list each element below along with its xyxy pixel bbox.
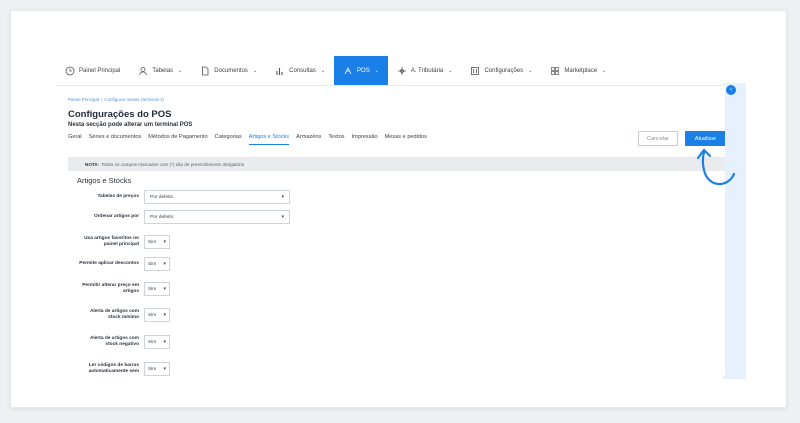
nav-item-pos[interactable]: POS ⌄ bbox=[334, 56, 388, 85]
sort-articles-select[interactable]: Por defeito ▾ bbox=[144, 210, 290, 224]
caret-down-icon: ▾ bbox=[163, 239, 166, 245]
field-label: Permitir alterar preço em artigos bbox=[82, 283, 139, 294]
cancel-button[interactable]: Cancelar bbox=[638, 131, 678, 146]
page-title: Configurações do POS bbox=[68, 109, 172, 120]
main-content: Painel Principal / Configurar mesas (termi… bbox=[59, 86, 725, 376]
caret-down-icon: ▾ bbox=[163, 366, 166, 372]
side-panel-strip bbox=[723, 83, 746, 379]
select-value: Sim bbox=[148, 239, 157, 245]
form-row-price-tables: Tabelas de preços Por defeito ▾ bbox=[77, 190, 290, 204]
compass-icon bbox=[397, 66, 406, 75]
field-label: Permite aplicar descontos bbox=[79, 261, 139, 266]
top-navigation: Painel Principal Tabelas ⌄ Documentos ⌄ … bbox=[56, 56, 746, 86]
chevron-down-icon: ⌄ bbox=[602, 67, 607, 74]
allow-discounts-select[interactable]: Sim ▾ bbox=[144, 257, 170, 271]
tab-series-documentos[interactable]: Séries e documentos bbox=[89, 134, 142, 145]
price-tables-select[interactable]: Por defeito ▾ bbox=[144, 190, 290, 204]
nav-label: Marketplace bbox=[564, 67, 598, 74]
pos-icon bbox=[344, 66, 352, 74]
bar-chart-icon bbox=[276, 67, 283, 75]
select-value: Sim bbox=[148, 286, 157, 292]
document-icon bbox=[202, 66, 209, 75]
caret-down-icon: ▾ bbox=[163, 312, 166, 318]
form-row-barcode-reading: Ler códigos de barras automaticamente se… bbox=[77, 362, 170, 376]
form-row-min-stock-alert: Alerta de artigos com stock mínimo Sim ▾ bbox=[77, 308, 170, 322]
caret-down-icon: ▾ bbox=[163, 261, 166, 267]
form-row-favorite-articles: Usa artigos favoritos no painel principa… bbox=[77, 235, 170, 249]
negative-stock-alert-select[interactable]: Sim ▾ bbox=[144, 335, 170, 349]
favorite-articles-select[interactable]: Sim ▾ bbox=[144, 235, 170, 249]
form-row-sort-articles: Ordenar artigos por Por defeito ▾ bbox=[77, 210, 290, 224]
tab-categorias[interactable]: Categorias bbox=[215, 134, 242, 145]
field-label: Ordenar artigos por bbox=[93, 214, 139, 219]
window-frame: Painel Principal Tabelas ⌄ Documentos ⌄ … bbox=[10, 10, 787, 408]
caret-down-icon: ▾ bbox=[281, 194, 284, 200]
chevron-down-icon: ⌄ bbox=[448, 67, 453, 74]
select-value: Sim bbox=[148, 261, 157, 267]
breadcrumb: Painel Principal / Configurar mesas (termi… bbox=[68, 97, 164, 102]
chevron-down-icon: ⌄ bbox=[528, 67, 533, 74]
nav-item-painel-principal[interactable]: Painel Principal bbox=[56, 56, 129, 85]
field-label: Alerta de artigos com stock negativo bbox=[89, 336, 139, 347]
grid-icon bbox=[551, 66, 560, 75]
select-value: Sim bbox=[148, 366, 157, 372]
min-stock-alert-select[interactable]: Sim ▾ bbox=[144, 308, 170, 322]
breadcrumb-home-link[interactable]: Painel Principal bbox=[68, 97, 99, 102]
chevron-down-icon: ⌄ bbox=[252, 67, 258, 74]
tab-artigos-stocks[interactable]: Artigos e Stocks bbox=[248, 134, 290, 145]
nav-item-marketplace[interactable]: Marketplace ⌄ bbox=[541, 56, 615, 85]
nav-label: Consultas bbox=[289, 67, 316, 74]
settings-tabs: Geral Séries e documentos Métodos de Pag… bbox=[68, 134, 427, 145]
form-row-change-price: Permitir alterar preço em artigos Sim ▾ bbox=[77, 282, 170, 296]
note-label: NOTA: bbox=[85, 161, 100, 167]
nav-item-documentos[interactable]: Documentos ⌄ bbox=[191, 56, 266, 85]
tab-mesas-pedidos[interactable]: Mesas e pedidos bbox=[385, 134, 427, 145]
select-value: Sim bbox=[148, 312, 157, 318]
nav-label: POS bbox=[357, 67, 370, 74]
nav-label: A. Tributária bbox=[410, 67, 444, 74]
page-subtitle: Nesta secção pode alterar um terminal PO… bbox=[68, 122, 193, 128]
nav-item-a-tributaria[interactable]: A. Tributária ⌄ bbox=[388, 56, 462, 85]
field-label: Ler códigos de barras automaticamente se… bbox=[88, 363, 139, 374]
breadcrumb-separator: / bbox=[101, 97, 103, 102]
select-value: Sim bbox=[148, 339, 157, 345]
section-title: Artigos e Stocks bbox=[77, 176, 132, 185]
caret-down-icon: ▾ bbox=[281, 214, 284, 220]
collapse-panel-button[interactable]: ‹ bbox=[726, 85, 736, 95]
clock-icon bbox=[65, 66, 75, 75]
nav-item-consultas[interactable]: Consultas ⌄ bbox=[266, 56, 334, 85]
nav-label: Painel Principal bbox=[79, 67, 121, 74]
tab-armazens[interactable]: Armazéns bbox=[296, 134, 321, 145]
required-fields-note: NOTA: Todos os campos marcados com (*) sã… bbox=[68, 157, 725, 171]
caret-down-icon: ▾ bbox=[163, 286, 166, 292]
field-label: Alerta de artigos com stock mínimo bbox=[89, 309, 139, 320]
nav-label: Configurações bbox=[484, 67, 524, 74]
chevron-down-icon: ⌄ bbox=[178, 67, 183, 74]
field-label: Tabelas de preços bbox=[97, 194, 139, 199]
caret-down-icon: ▾ bbox=[163, 339, 166, 345]
nav-item-tabelas[interactable]: Tabelas ⌄ bbox=[129, 56, 191, 85]
chevron-down-icon: ⌄ bbox=[320, 67, 326, 74]
barcode-reading-select[interactable]: Sim ▾ bbox=[144, 362, 170, 376]
nav-label: Tabelas bbox=[152, 67, 174, 74]
nav-label: Documentos bbox=[214, 67, 248, 74]
change-price-select[interactable]: Sim ▾ bbox=[144, 282, 170, 296]
nav-item-configuracoes[interactable]: Configurações ⌄ bbox=[461, 56, 541, 85]
tab-geral[interactable]: Geral bbox=[68, 134, 82, 145]
field-label: Usa artigos favoritos no painel principa… bbox=[84, 236, 139, 247]
form-row-negative-stock-alert: Alerta de artigos com stock negativo Sim… bbox=[77, 335, 170, 349]
tab-impressao[interactable]: Impressão bbox=[352, 134, 378, 145]
note-text: Todos os campos marcados com (*) são de … bbox=[101, 161, 245, 167]
user-icon bbox=[139, 66, 148, 75]
tab-metodos-pagamento[interactable]: Métodos de Pagamento bbox=[148, 134, 207, 145]
breadcrumb-current[interactable]: Configurar mesas (terminal 1) bbox=[104, 97, 164, 102]
tab-textos[interactable]: Textos bbox=[328, 134, 344, 145]
form-row-allow-discounts: Permite aplicar descontos Sim ▾ bbox=[77, 257, 170, 271]
annotation-arrow-icon bbox=[696, 148, 736, 186]
select-value: Por defeito bbox=[150, 214, 174, 220]
chevron-down-icon: ⌄ bbox=[374, 67, 379, 74]
sliders-icon bbox=[471, 66, 480, 75]
select-value: Por defeito bbox=[150, 194, 174, 200]
chevron-left-icon: ‹ bbox=[730, 87, 732, 93]
